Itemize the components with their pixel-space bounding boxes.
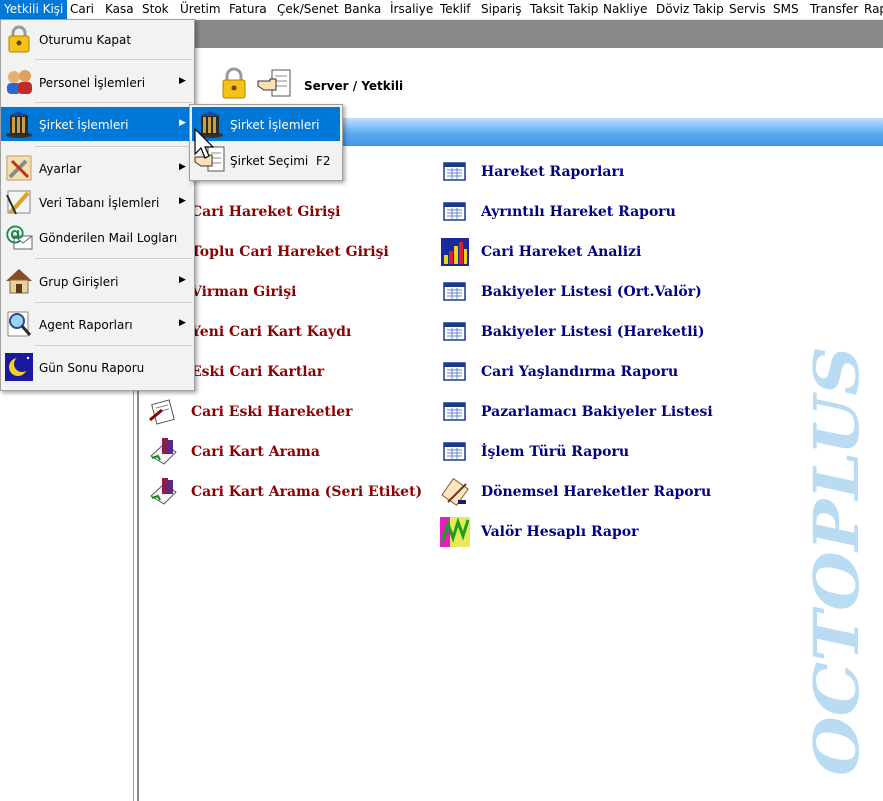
- menu-doviz-takip[interactable]: Döviz Takip: [656, 0, 724, 19]
- lock-icon[interactable]: [220, 66, 248, 100]
- menu-yetkili-kisi[interactable]: Yetkili Kişi: [0, 0, 68, 19]
- document-pencil-icon: [440, 477, 469, 507]
- tools-icon: [4, 153, 34, 183]
- menu-uretim[interactable]: Üretim: [180, 0, 221, 19]
- link-cari-yaslandirma-raporu[interactable]: Cari Yaşlandırma Raporu: [481, 364, 678, 380]
- link-pazarlamaci-bakiyeler-listesi[interactable]: Pazarlamacı Bakiyeler Listesi: [481, 404, 713, 420]
- submenu-arrow-icon: ▶: [179, 275, 186, 285]
- menu-cek-senet[interactable]: Çek/Senet: [277, 0, 338, 19]
- link-islem-turu-raporu[interactable]: İşlem Türü Raporu: [481, 444, 629, 460]
- link-ayrintili-hareket-raporu[interactable]: Ayrıntılı Hareket Raporu: [481, 204, 676, 220]
- menu-item-gun-sonu-raporu[interactable]: Gün Sonu Raporu: [1, 350, 194, 384]
- menu-fatura[interactable]: Fatura: [229, 0, 267, 19]
- menu-bar: Yetkili Kişi Cari Kasa Stok Üretim Fatur…: [0, 0, 883, 20]
- menu-separator: [35, 302, 192, 303]
- menu-siparis[interactable]: Sipariş: [481, 0, 521, 19]
- link-bakiyeler-listesi-hareketli[interactable]: Bakiyeler Listesi (Hareketli): [481, 324, 704, 340]
- menu-item-agent-raporlari[interactable]: Agent Raporları ▶: [1, 307, 194, 341]
- magnifier-icon: [4, 309, 34, 339]
- document-pen-icon: [148, 398, 175, 425]
- table-report-icon: [443, 281, 469, 305]
- link-yeni-cari-kart-kaydi[interactable]: Yeni Cari Kart Kaydı: [191, 324, 351, 340]
- watermark-text: OCTOPLUS: [800, 346, 873, 776]
- svg-text:@: @: [5, 222, 25, 245]
- submenu-arrow-icon: ▶: [179, 162, 186, 172]
- menu-separator: [35, 59, 192, 60]
- link-donemsel-hareketler-raporu[interactable]: Dönemsel Hareketler Raporu: [481, 484, 711, 500]
- menu-separator: [35, 258, 192, 259]
- link-toplu-cari-hareket-girisi[interactable]: Toplu Cari Hareket Girişi: [191, 244, 389, 260]
- menu-banka[interactable]: Banka: [344, 0, 381, 19]
- watermark-logo: OCTOPLUS: [790, 340, 880, 780]
- link-cari-eski-hareketler[interactable]: Cari Eski Hareketler: [191, 404, 353, 420]
- book-search-icon: [148, 436, 177, 465]
- pencil-ruler-icon: [4, 187, 34, 217]
- menu-separator: [35, 345, 192, 346]
- menu-sms[interactable]: SMS: [773, 0, 799, 19]
- menu-raporlar[interactable]: Rap: [864, 0, 883, 19]
- server-user-label: Server / Yetkili: [304, 79, 404, 93]
- menu-item-gonderilen-mail-loglari[interactable]: @ Gönderilen Mail Logları: [1, 220, 194, 254]
- menu-irsaliye[interactable]: İrsaliye: [390, 0, 433, 19]
- submenu-item-sirket-secimi[interactable]: Şirket Seçimi F2: [192, 143, 340, 177]
- header-band: [340, 118, 883, 146]
- table-report-icon: [443, 321, 469, 345]
- lock-icon: [4, 24, 34, 54]
- submenu-arrow-icon: ▶: [179, 318, 186, 328]
- link-eski-cari-kartlar[interactable]: Eski Cari Kartlar: [191, 364, 324, 380]
- menu-separator: [35, 146, 192, 147]
- menu-separator: [35, 102, 192, 103]
- mouse-cursor-icon: [194, 127, 215, 160]
- link-valor-hesapli-rapor[interactable]: Valör Hesaplı Rapor: [481, 524, 638, 540]
- people-icon: [4, 67, 34, 97]
- moon-icon: [4, 352, 34, 382]
- link-cari-hareket-analizi[interactable]: Cari Hareket Analizi: [481, 244, 641, 260]
- menu-kasa[interactable]: Kasa: [105, 0, 134, 19]
- link-cari-kart-arama-seri-etiket[interactable]: Cari Kart Arama (Seri Etiket): [191, 484, 422, 500]
- link-cari-hareket-girisi[interactable]: Cari Hareket Girişi: [191, 204, 340, 220]
- submenu-arrow-icon: ▶: [179, 196, 186, 206]
- menu-cari[interactable]: Cari: [70, 0, 94, 19]
- menu-item-veri-tabani-islemleri[interactable]: Veri Tabanı İşlemleri ▶: [1, 185, 194, 219]
- link-virman-girisi[interactable]: Virman Girişi: [191, 284, 296, 300]
- link-cari-kart-arama[interactable]: Cari Kart Arama: [191, 444, 320, 460]
- divider: [133, 390, 134, 801]
- line-chart-icon: [439, 516, 470, 547]
- menu-item-oturumu-kapat[interactable]: Oturumu Kapat: [1, 22, 194, 56]
- menu-item-ayarlar[interactable]: Ayarlar ▶: [1, 151, 194, 185]
- menu-transfer[interactable]: Transfer: [810, 0, 858, 19]
- hand-pointer-icon[interactable]: [256, 68, 292, 100]
- shortcut-label: F2: [316, 154, 331, 168]
- table-report-icon: [443, 161, 469, 185]
- table-report-icon: [443, 441, 469, 465]
- house-icon: [4, 266, 34, 296]
- bar-chart-icon: [440, 237, 469, 266]
- menu-taksit-takip[interactable]: Taksit Takip: [530, 0, 598, 19]
- menu-teklif[interactable]: Teklif: [440, 0, 471, 19]
- book-search-icon: [148, 476, 177, 505]
- link-bakiyeler-listesi-ort-valor[interactable]: Bakiyeler Listesi (Ort.Valör): [481, 284, 702, 300]
- menu-item-sirket-islemleri[interactable]: Şirket İşlemleri ▶: [1, 107, 194, 141]
- dropdown-menu: Oturumu Kapat Personel İşlemleri ▶ Şirke…: [0, 19, 195, 391]
- menu-item-grup-girisleri[interactable]: Grup Girişleri ▶: [1, 264, 194, 298]
- table-report-icon: [443, 201, 469, 225]
- mail-at-icon: @: [4, 221, 34, 252]
- submenu-arrow-icon: ▶: [179, 76, 186, 86]
- building-icon: [4, 109, 34, 139]
- menu-nakliye[interactable]: Nakliye: [603, 0, 647, 19]
- menu-stok[interactable]: Stok: [142, 0, 169, 19]
- table-report-icon: [443, 361, 469, 385]
- menu-servis[interactable]: Servis: [729, 0, 766, 19]
- link-hareket-raporlari[interactable]: Hareket Raporları: [481, 164, 624, 180]
- menu-item-personel-islemleri[interactable]: Personel İşlemleri ▶: [1, 65, 194, 99]
- submenu-arrow-icon: ▶: [179, 118, 186, 128]
- submenu-item-sirket-islemleri[interactable]: Şirket İşlemleri: [192, 107, 340, 141]
- table-report-icon: [443, 401, 469, 425]
- window-titlebar: [140, 20, 883, 48]
